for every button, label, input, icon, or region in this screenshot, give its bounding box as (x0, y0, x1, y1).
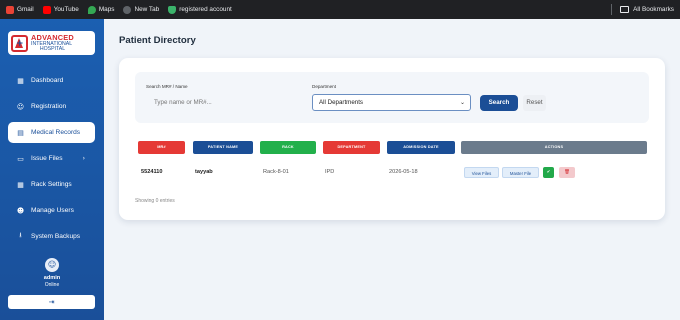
shield-icon (168, 5, 177, 14)
chevron-right-icon: › (82, 155, 85, 162)
rack-icon: ▦ (17, 180, 24, 189)
header-admission-date[interactable]: ADMISSION DATE (387, 141, 455, 154)
logout-icon: ⇥ (48, 298, 55, 306)
sidebar-item-dashboard[interactable]: ▦ Dashboard (8, 70, 95, 91)
sidebar-item-registration[interactable]: ☺ Registration (8, 96, 95, 117)
user-panel: ☺ admin Online (0, 258, 104, 288)
approve-button[interactable]: ✔ (543, 167, 554, 178)
bookmark-gmail[interactable]: Gmail (6, 5, 34, 14)
maps-icon (87, 5, 96, 14)
reset-button[interactable]: Reset (523, 95, 546, 111)
search-button[interactable]: Search (480, 95, 518, 111)
user-status: Online (44, 282, 60, 288)
search-input[interactable]: Type name or MR#... (154, 99, 212, 106)
folder-icon (620, 6, 630, 13)
header-patient-name[interactable]: PATIENT NAME (193, 141, 253, 154)
cell-patient-name: tayyab (195, 169, 213, 175)
entries-count: Showing 0 entries (135, 198, 175, 204)
header-actions: ACTIONS (461, 141, 647, 154)
hospital-logo[interactable]: ADVANCED INTERNATIONAL HOSPITAL (8, 31, 95, 55)
all-bookmarks[interactable]: All Bookmarks (611, 0, 674, 19)
dashboard-icon: ▦ (17, 76, 24, 85)
delete-button[interactable]: 🗑 (559, 167, 575, 178)
directory-card: Search MR# / Name Type name or MR#... De… (119, 58, 665, 220)
view-files-button[interactable]: View Files (464, 167, 499, 178)
cell-rack: Rack-8-01 (263, 169, 289, 175)
logout-button[interactable]: ⇥ (8, 295, 95, 309)
sidebar-item-rack-settings[interactable]: ▦ Rack Settings (8, 174, 95, 195)
avatar[interactable]: ☺ (45, 258, 59, 272)
document-icon: ▤ (17, 128, 24, 137)
bookmarks-bar: Gmail YouTube Maps New Tab registered ac… (0, 0, 680, 19)
check-icon: ✔ (546, 170, 551, 175)
bookmark-new-tab[interactable]: New Tab (123, 5, 159, 14)
logo-mark-icon (11, 34, 28, 52)
files-icon: ▭ (17, 154, 24, 163)
bookmark-youtube[interactable]: YouTube (42, 5, 79, 14)
sidebar: ADVANCED INTERNATIONAL HOSPITAL ▦ Dashbo… (0, 19, 104, 320)
header-rack[interactable]: RACK (260, 141, 316, 154)
user-icon: ☺ (16, 102, 25, 111)
sidebar-item-issue-files[interactable]: ▭ Issue Files › (8, 148, 95, 169)
chevron-down-icon: ⌄ (459, 99, 465, 106)
download-icon: ⭳ (19, 231, 22, 239)
users-icon: ☻ (16, 206, 25, 215)
master-file-button[interactable]: Master File (502, 167, 539, 178)
search-label: Search MR# / Name (146, 84, 188, 89)
cell-department: IPD (325, 169, 335, 175)
sidebar-item-manage-users[interactable]: ☻ Manage Users (8, 200, 95, 221)
youtube-icon (42, 5, 51, 14)
logo-text: ADVANCED INTERNATIONAL HOSPITAL (31, 33, 74, 52)
header-mr[interactable]: MR# (138, 141, 185, 154)
gmail-icon (6, 5, 14, 14)
bookmark-maps[interactable]: Maps (87, 5, 114, 14)
new-tab-icon (123, 5, 132, 14)
cell-mr: 5524110 (141, 169, 163, 175)
sidebar-item-system-backups[interactable]: ⭳ System Backups (8, 226, 95, 247)
filter-panel: Search MR# / Name Type name or MR#... De… (135, 72, 649, 123)
sidebar-nav: ▦ Dashboard ☺ Registration ▤ Medical Rec… (8, 70, 95, 252)
bookmarks-divider (611, 4, 613, 15)
sidebar-item-medical-records[interactable]: ▤ Medical Records (8, 122, 95, 143)
header-department[interactable]: DEPARTMENT (323, 141, 380, 154)
department-label: Department (312, 84, 337, 89)
page-title: Patient Directory (119, 35, 196, 46)
user-name: admin (43, 275, 61, 281)
department-select[interactable]: All Departments ⌄ (312, 94, 471, 111)
bookmark-registered-account[interactable]: registered account (168, 5, 232, 14)
cell-admission-date: 2026-05-18 (389, 169, 418, 175)
trash-icon: 🗑 (564, 170, 570, 175)
